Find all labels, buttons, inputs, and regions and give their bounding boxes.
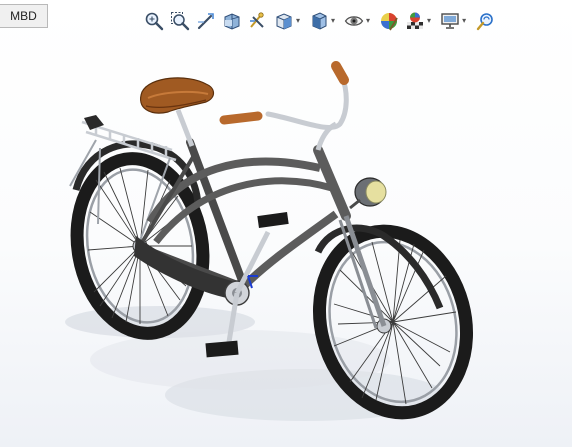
- model-viewport[interactable]: [0, 0, 572, 447]
- seat-post: [175, 109, 195, 147]
- saddle: [140, 77, 215, 114]
- headlight: [349, 177, 387, 210]
- handlebar: [219, 61, 349, 151]
- bicycle-frame: [138, 138, 387, 329]
